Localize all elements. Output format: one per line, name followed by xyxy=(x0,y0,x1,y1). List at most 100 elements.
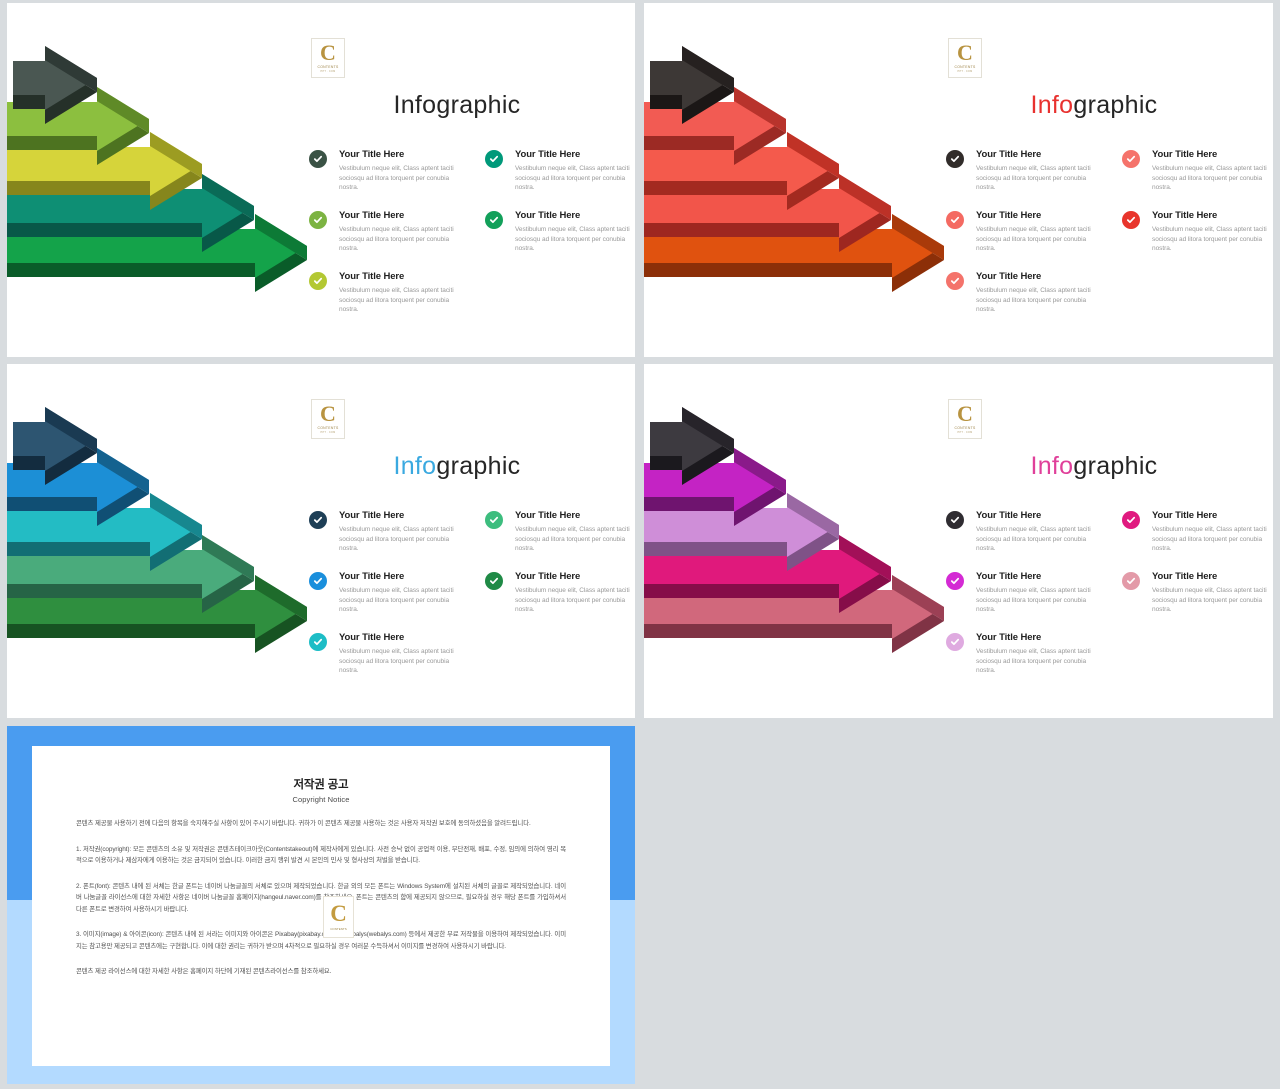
check-circle-icon xyxy=(1122,211,1140,229)
bullet-column-right: Your Title Here Vestibulum neque elit, C… xyxy=(1122,510,1273,632)
bullet-body: Vestibulum neque elit, Class aptent taci… xyxy=(339,526,454,552)
arrow-staircase-graphic-green xyxy=(7,3,327,303)
page-title-accent: Info xyxy=(393,452,437,480)
bullet-title: Your Title Here xyxy=(339,510,405,521)
bullet-item[interactable]: Your Title Here Vestibulum neque elit, C… xyxy=(485,149,635,205)
copyright-paragraph: 콘텐츠 제공 라이선스에 대한 자세한 사항은 홈페이지 하단에 기재된 콘텐츠… xyxy=(76,968,332,975)
watermark-line1: CONTENTS xyxy=(954,426,976,430)
bullet-column-right: Your Title Here Vestibulum neque elit, C… xyxy=(485,510,635,632)
bullet-column-left: Your Title Here Vestibulum neque elit, C… xyxy=(309,149,469,332)
check-circle-icon xyxy=(309,272,327,290)
bullet-body: Vestibulum neque elit, Class aptent taci… xyxy=(976,287,1091,313)
bullet-item[interactable]: Your Title Here Vestibulum neque elit, C… xyxy=(946,571,1106,627)
copyright-heading-ko: 저작권 공고 xyxy=(293,779,349,791)
bullet-item[interactable]: Your Title Here Vestibulum neque elit, C… xyxy=(309,271,469,327)
watermark-letter: C xyxy=(320,40,336,65)
bullet-title: Your Title Here xyxy=(1152,210,1218,221)
arrow-staircase-graphic-blue xyxy=(7,364,327,664)
bullet-body: Vestibulum neque elit, Class aptent taci… xyxy=(976,226,1091,252)
bullet-body: Vestibulum neque elit, Class aptent taci… xyxy=(1152,226,1267,252)
check-circle-icon xyxy=(946,511,964,529)
arrow-svg-blue xyxy=(7,407,307,653)
bullet-title: Your Title Here xyxy=(339,210,405,221)
slide-red[interactable]: Infographic Your Title Here Vestibulum n… xyxy=(644,3,1273,357)
bullet-title: Your Title Here xyxy=(339,632,405,643)
bullet-body: Vestibulum neque elit, Class aptent taci… xyxy=(976,165,1091,191)
watermark-line2: PPT . COM xyxy=(320,70,336,73)
check-circle-icon xyxy=(946,633,964,651)
slide-content-green: Infographic Your Title Here Vestibulum n… xyxy=(307,31,635,341)
bullet-item[interactable]: Your Title Here Vestibulum neque elit, C… xyxy=(485,210,635,266)
copyright-page: 저작권 공고 Copyright Notice 콘텐츠 제공물 사용하기 전에 … xyxy=(32,746,610,1066)
bullet-column-right: Your Title Here Vestibulum neque elit, C… xyxy=(485,149,635,271)
bullet-item[interactable]: Your Title Here Vestibulum neque elit, C… xyxy=(946,632,1106,688)
page-title-accent: Info xyxy=(1030,452,1074,480)
bullet-body: Vestibulum neque elit, Class aptent taci… xyxy=(339,648,454,674)
bullet-item[interactable]: Your Title Here Vestibulum neque elit, C… xyxy=(946,210,1106,266)
bullet-column-right: Your Title Here Vestibulum neque elit, C… xyxy=(1122,149,1273,271)
slide-content-red: Infographic Your Title Here Vestibulum n… xyxy=(944,31,1273,341)
page-title-rest: graphic xyxy=(1073,91,1158,119)
arrow-svg-green xyxy=(7,46,307,292)
page-title: Infographic xyxy=(944,452,1244,481)
check-circle-icon xyxy=(309,211,327,229)
bullet-body: Vestibulum neque elit, Class aptent taci… xyxy=(515,226,630,252)
bullet-item[interactable]: Your Title Here Vestibulum neque elit, C… xyxy=(485,510,635,566)
arrow-staircase-graphic-red xyxy=(644,3,964,303)
page-title-accent: Info xyxy=(1030,91,1074,119)
bullet-item[interactable]: Your Title Here Vestibulum neque elit, C… xyxy=(309,510,469,566)
bullet-body: Vestibulum neque elit, Class aptent taci… xyxy=(976,526,1091,552)
bullet-item[interactable]: Your Title Here Vestibulum neque elit, C… xyxy=(485,571,635,627)
bullet-body: Vestibulum neque elit, Class aptent taci… xyxy=(339,226,454,252)
arrow-staircase-graphic-purple xyxy=(644,364,964,664)
bullet-item[interactable]: Your Title Here Vestibulum neque elit, C… xyxy=(309,149,469,205)
slide-content-blue: Infographic Your Title Here Vestibulum n… xyxy=(307,392,635,702)
slide-green[interactable]: Infographic Your Title Here Vestibulum n… xyxy=(7,3,635,357)
bullet-title: Your Title Here xyxy=(515,510,581,521)
watermark-letter: C xyxy=(957,401,973,426)
bullet-title: Your Title Here xyxy=(515,210,581,221)
bullet-item[interactable]: Your Title Here Vestibulum neque elit, C… xyxy=(309,210,469,266)
bullet-column-left: Your Title Here Vestibulum neque elit, C… xyxy=(946,149,1106,332)
bullet-item[interactable]: Your Title Here Vestibulum neque elit, C… xyxy=(946,271,1106,327)
bullet-body: Vestibulum neque elit, Class aptent taci… xyxy=(1152,526,1267,552)
bullet-item[interactable]: Your Title Here Vestibulum neque elit, C… xyxy=(1122,210,1273,266)
copyright-paragraph: 2. 폰트(font): 콘텐츠 내에 된 서체는 한글 폰트는 네이버 나눔글… xyxy=(76,882,566,913)
page-title-rest: graphic xyxy=(436,452,521,480)
watermark-line1: CONTENTS xyxy=(954,65,976,69)
watermark-logo: C CONTENTS PPT . COM xyxy=(311,399,345,439)
check-circle-icon xyxy=(946,211,964,229)
check-circle-icon xyxy=(309,511,327,529)
bullet-column-left: Your Title Here Vestibulum neque elit, C… xyxy=(309,510,469,693)
watermark-letter: C xyxy=(320,401,336,426)
bullet-item[interactable]: Your Title Here Vestibulum neque elit, C… xyxy=(309,632,469,688)
watermark-line2: PPT . COM xyxy=(957,70,973,73)
check-circle-icon xyxy=(485,211,503,229)
bullet-item[interactable]: Your Title Here Vestibulum neque elit, C… xyxy=(309,571,469,627)
bullet-title: Your Title Here xyxy=(976,271,1042,282)
bullet-title: Your Title Here xyxy=(339,571,405,582)
check-circle-icon xyxy=(1122,572,1140,590)
bullet-item[interactable]: Your Title Here Vestibulum neque elit, C… xyxy=(1122,510,1273,566)
check-circle-icon xyxy=(309,150,327,168)
bullet-item[interactable]: Your Title Here Vestibulum neque elit, C… xyxy=(1122,149,1273,205)
bullet-title: Your Title Here xyxy=(515,571,581,582)
slide-copyright-notice[interactable]: 저작권 공고 Copyright Notice 콘텐츠 제공물 사용하기 전에 … xyxy=(7,726,635,1084)
bullet-title: Your Title Here xyxy=(976,210,1042,221)
bullet-title: Your Title Here xyxy=(976,149,1042,160)
watermark-line1: CONTENTS xyxy=(317,65,339,69)
slide-blue[interactable]: Infographic Your Title Here Vestibulum n… xyxy=(7,364,635,718)
check-circle-icon xyxy=(946,572,964,590)
bullet-body: Vestibulum neque elit, Class aptent taci… xyxy=(515,165,630,191)
bullet-title: Your Title Here xyxy=(339,149,405,160)
bullet-item[interactable]: Your Title Here Vestibulum neque elit, C… xyxy=(946,149,1106,205)
bullet-body: Vestibulum neque elit, Class aptent taci… xyxy=(515,587,630,613)
bullet-body: Vestibulum neque elit, Class aptent taci… xyxy=(339,587,454,613)
watermark-letter: C xyxy=(957,40,973,65)
bullet-title: Your Title Here xyxy=(339,271,405,282)
bullet-body: Vestibulum neque elit, Class aptent taci… xyxy=(1152,165,1267,191)
bullet-item[interactable]: Your Title Here Vestibulum neque elit, C… xyxy=(946,510,1106,566)
bullet-item[interactable]: Your Title Here Vestibulum neque elit, C… xyxy=(1122,571,1273,627)
watermark-logo: C CONTENTS PPT . COM xyxy=(948,38,982,78)
slide-purple[interactable]: Infographic Your Title Here Vestibulum n… xyxy=(644,364,1273,718)
